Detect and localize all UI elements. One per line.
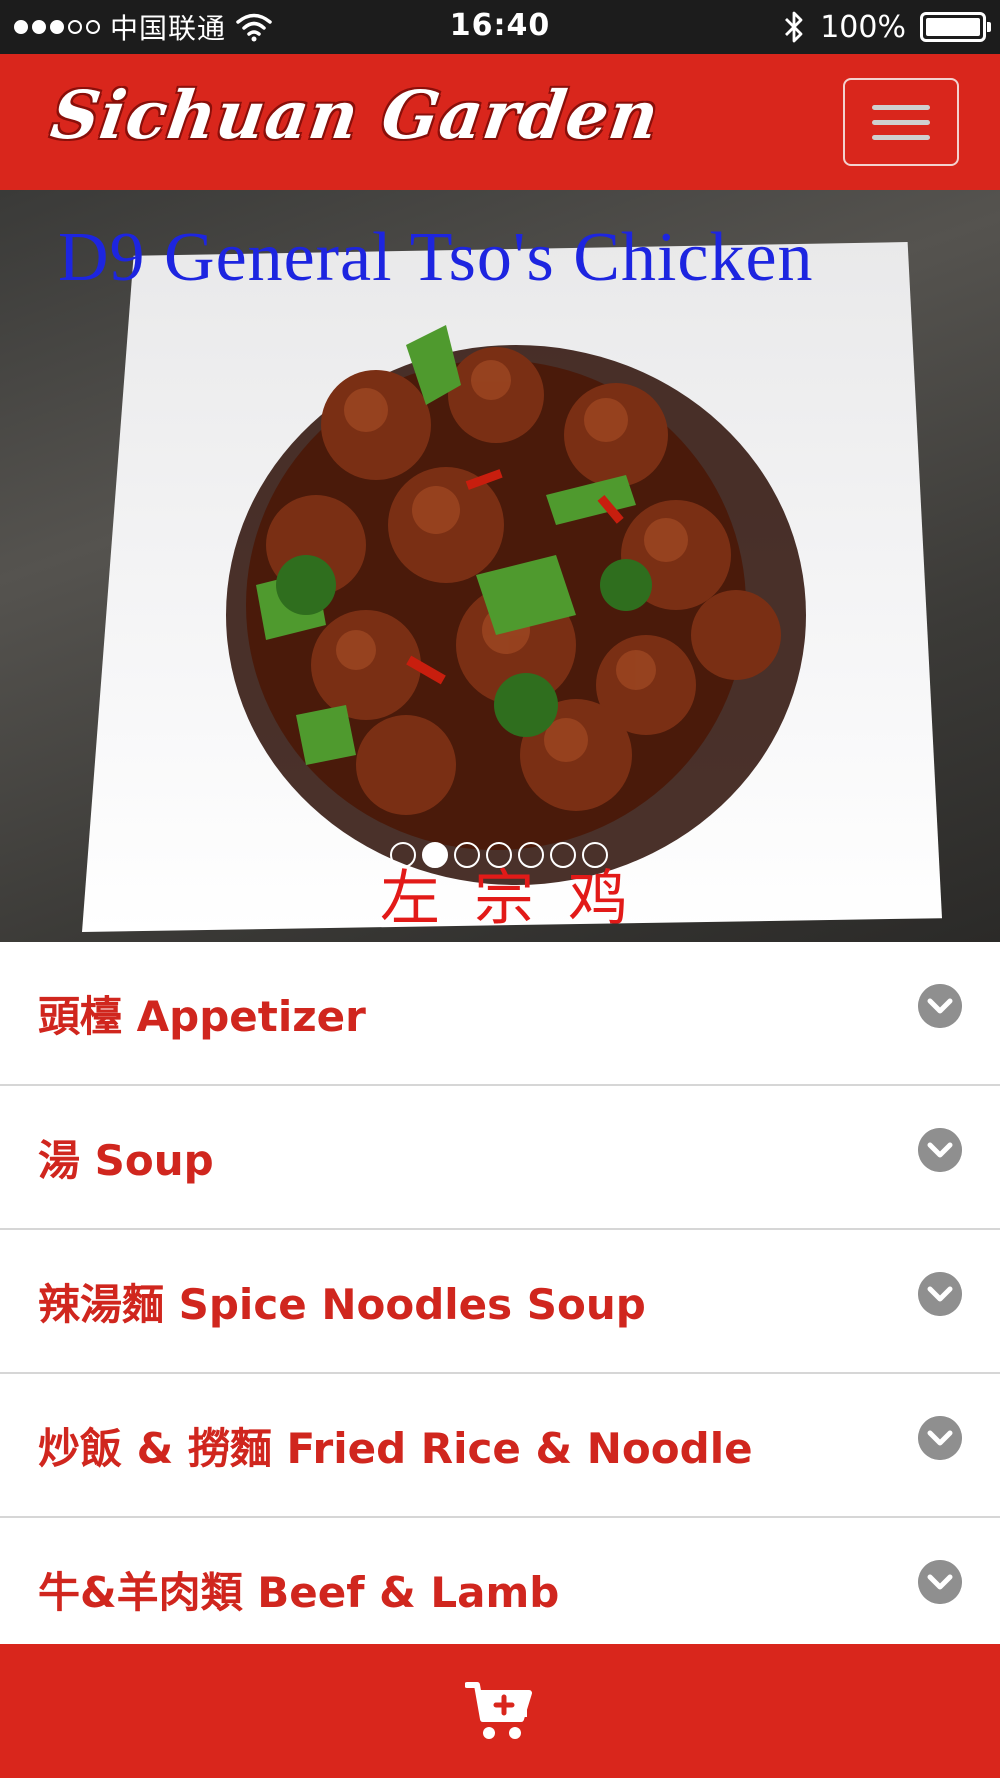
- add-to-cart-icon[interactable]: [465, 1679, 535, 1743]
- category-row-beef-lamb[interactable]: 牛&羊肉類 Beef & Lamb: [0, 1518, 1000, 1662]
- carousel-dot[interactable]: [582, 842, 608, 868]
- hamburger-menu-button[interactable]: [843, 78, 959, 166]
- bottom-cart-bar[interactable]: [0, 1644, 1000, 1778]
- featured-dish-carousel[interactable]: D9 General Tso's Chicken 左宗鸡: [0, 190, 1000, 942]
- site-logo[interactable]: Sichuan Garden: [47, 76, 665, 154]
- category-label: 炒飯 & 撈麵 Fried Rice & Noodle: [38, 1423, 753, 1473]
- battery-icon: [920, 12, 991, 42]
- dish-photo: [226, 325, 806, 885]
- category-label: 湯 Soup: [38, 1135, 214, 1185]
- site-header: Sichuan Garden: [0, 54, 1000, 190]
- battery-percentage: 100%: [820, 9, 906, 45]
- status-bar: 中国联通 16:40 100%: [0, 0, 1000, 54]
- carousel-dot[interactable]: [518, 842, 544, 868]
- carousel-dot[interactable]: [486, 842, 512, 868]
- chevron-down-icon[interactable]: [918, 1128, 962, 1172]
- carousel-dot[interactable]: [390, 842, 416, 868]
- hamburger-icon-bar: [872, 104, 930, 110]
- chevron-down-icon[interactable]: [918, 984, 962, 1028]
- chevron-down-icon[interactable]: [918, 1560, 962, 1604]
- bluetooth-icon: [785, 11, 803, 43]
- carousel-indicators: [390, 842, 608, 868]
- menu-category-list: 頭檯 Appetizer 湯 Soup 辣湯麵 Spice Noodles So…: [0, 942, 1000, 1662]
- chevron-down-icon[interactable]: [918, 1272, 962, 1316]
- category-row-soup[interactable]: 湯 Soup: [0, 1086, 1000, 1230]
- hamburger-icon-bar: [872, 119, 930, 125]
- chevron-down-icon[interactable]: [918, 1416, 962, 1460]
- carousel-dot[interactable]: [454, 842, 480, 868]
- category-label: 頭檯 Appetizer: [38, 991, 366, 1041]
- category-label: 牛&羊肉類 Beef & Lamb: [38, 1567, 560, 1617]
- carousel-dot-active[interactable]: [422, 842, 448, 868]
- hamburger-icon-bar: [872, 134, 930, 140]
- category-row-fried-rice-noodle[interactable]: 炒飯 & 撈麵 Fried Rice & Noodle: [0, 1374, 1000, 1518]
- status-right: 100%: [782, 8, 991, 46]
- carousel-dot[interactable]: [550, 842, 576, 868]
- dish-title: D9 General Tso's Chicken: [58, 219, 814, 296]
- category-row-appetizer[interactable]: 頭檯 Appetizer: [0, 942, 1000, 1086]
- category-label: 辣湯麵 Spice Noodles Soup: [38, 1279, 646, 1329]
- category-row-spice-noodles-soup[interactable]: 辣湯麵 Spice Noodles Soup: [0, 1230, 1000, 1374]
